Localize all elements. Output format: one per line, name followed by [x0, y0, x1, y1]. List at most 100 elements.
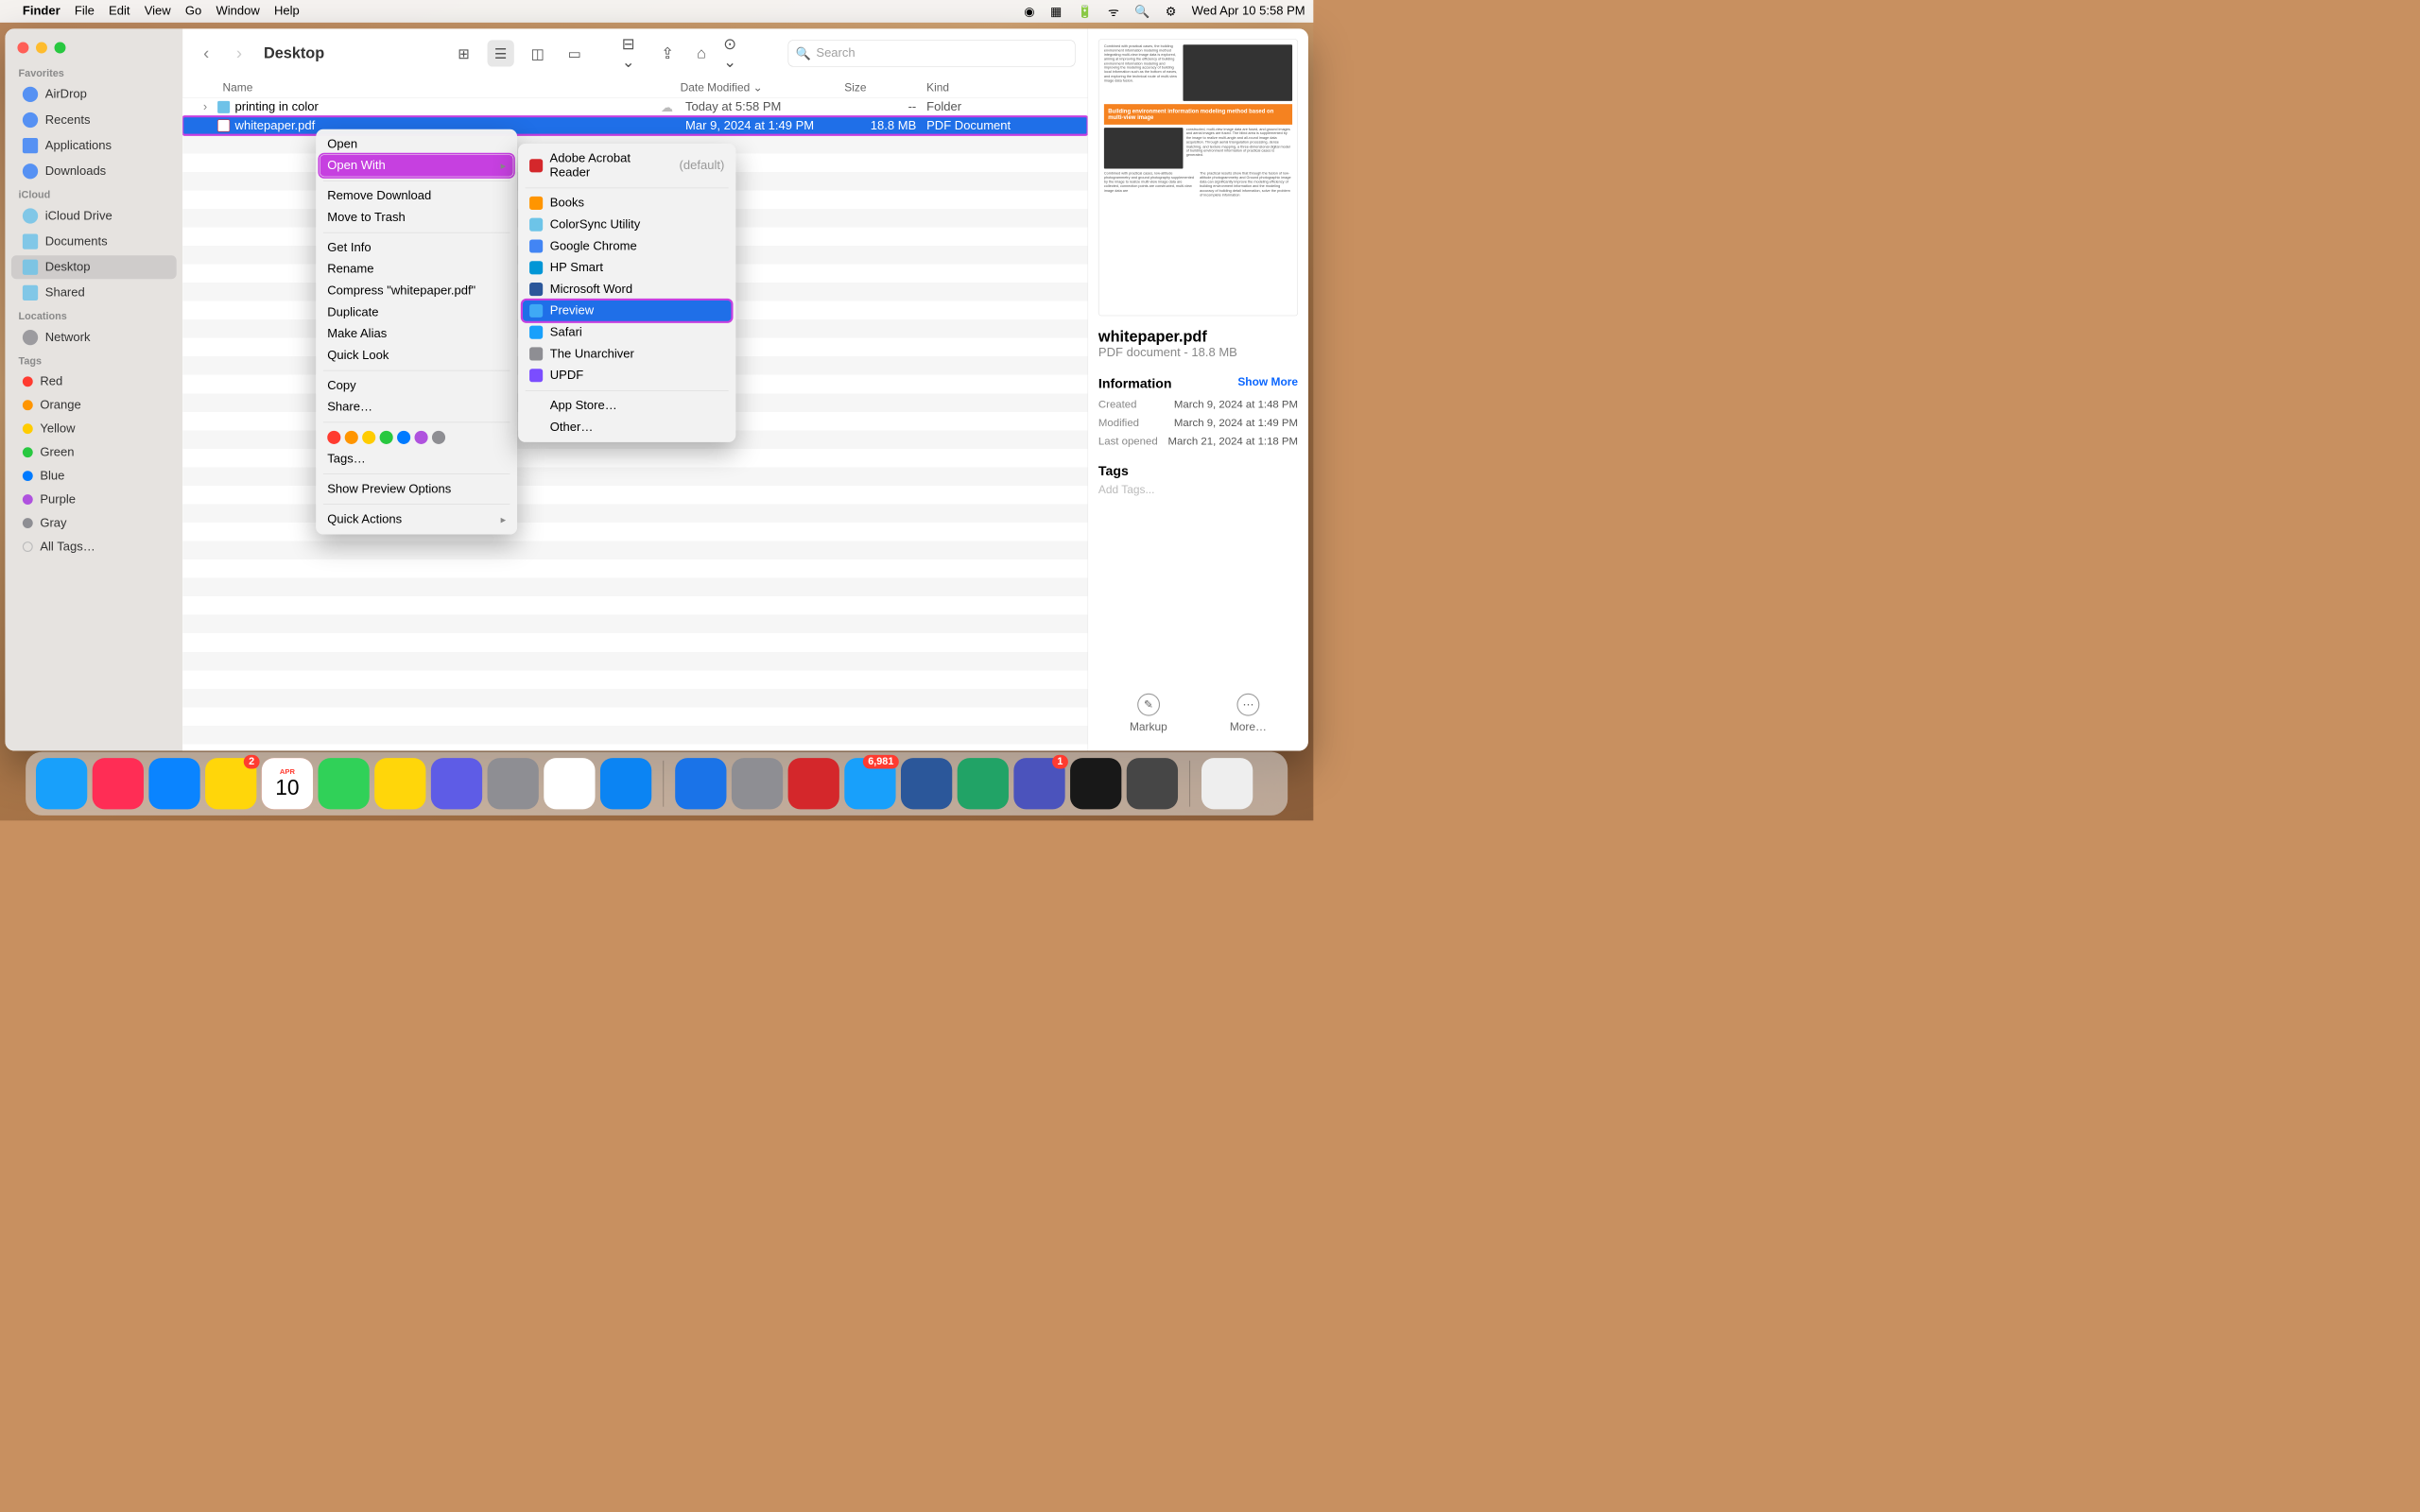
- ctx-item-get-info[interactable]: Get Info: [320, 237, 513, 259]
- ctx-item-quick-look[interactable]: Quick Look: [320, 345, 513, 367]
- dock-app[interactable]: [1070, 758, 1121, 809]
- dock-app[interactable]: 1: [1013, 758, 1064, 809]
- view-columns-button[interactable]: ◫: [525, 40, 551, 66]
- dock-app[interactable]: [318, 758, 369, 809]
- menu-file[interactable]: File: [75, 4, 95, 18]
- dock-app[interactable]: [93, 758, 144, 809]
- view-list-button[interactable]: ☰: [488, 40, 514, 66]
- sidebar-tag-blue[interactable]: Blue: [11, 465, 177, 488]
- dock-app[interactable]: [732, 758, 783, 809]
- openwith-preview[interactable]: Preview: [522, 300, 731, 321]
- show-more-link[interactable]: Show More: [1237, 375, 1298, 391]
- col-name[interactable]: Name: [198, 81, 680, 94]
- wifi-icon[interactable]: ᯤ: [1108, 3, 1119, 20]
- openwith-colorsync-utility[interactable]: ColorSync Utility: [522, 214, 731, 235]
- sidebar-item-network[interactable]: Network: [11, 326, 177, 350]
- menu-window[interactable]: Window: [216, 4, 259, 18]
- openwith-google-chrome[interactable]: Google Chrome: [522, 235, 731, 257]
- ctx-item-open[interactable]: Open: [320, 133, 513, 155]
- ctx-item-tags-[interactable]: Tags…: [320, 448, 513, 470]
- dock-app[interactable]: [1127, 758, 1178, 809]
- openwith-adobe-acrobat-reader[interactable]: Adobe Acrobat Reader (default): [522, 147, 731, 183]
- dock-app[interactable]: [488, 758, 539, 809]
- fullscreen-button[interactable]: [55, 43, 66, 54]
- control-center-icon[interactable]: ⚙: [1166, 4, 1177, 19]
- table-row[interactable]: › printing in color ☁ Today at 5:58 PM -…: [182, 98, 1087, 117]
- app-menu[interactable]: Finder: [23, 4, 60, 18]
- col-kind[interactable]: Kind: [926, 81, 1072, 94]
- dock-app[interactable]: [675, 758, 726, 809]
- openwith-hp-smart[interactable]: HP Smart: [522, 257, 731, 279]
- dock-app[interactable]: 2: [205, 758, 256, 809]
- battery-icon[interactable]: 🔋: [1078, 4, 1093, 19]
- dock-app[interactable]: [36, 758, 87, 809]
- sidebar-tag-green[interactable]: Green: [11, 441, 177, 464]
- ctx-item-move-to-trash[interactable]: Move to Trash: [320, 207, 513, 229]
- tags-button[interactable]: ⌂: [689, 42, 713, 65]
- ctx-item-quick-actions[interactable]: Quick Actions▸: [320, 508, 513, 530]
- dock-menu-icon[interactable]: ▦: [1050, 4, 1062, 19]
- dock-app[interactable]: 6,981: [844, 758, 895, 809]
- openwith-the-unarchiver[interactable]: The Unarchiver: [522, 343, 731, 365]
- forward-button[interactable]: ›: [228, 43, 251, 65]
- sidebar-tag-orange[interactable]: Orange: [11, 394, 177, 417]
- sidebar-item-recents[interactable]: Recents: [11, 109, 177, 132]
- view-gallery-button[interactable]: ▭: [562, 40, 588, 66]
- spotlight-icon[interactable]: 🔍: [1134, 4, 1150, 19]
- ctx-item-duplicate[interactable]: Duplicate: [320, 301, 513, 323]
- disclosure-icon[interactable]: ›: [203, 100, 213, 114]
- openwith-app-store-[interactable]: App Store…: [522, 395, 731, 417]
- ctx-item-make-alias[interactable]: Make Alias: [320, 323, 513, 345]
- grammarly-icon[interactable]: ◉: [1024, 4, 1034, 19]
- ctx-item-share-[interactable]: Share…: [320, 397, 513, 419]
- ctx-item-show-preview-options[interactable]: Show Preview Options: [320, 478, 513, 500]
- ctx-tag-colors[interactable]: [320, 427, 513, 449]
- menu-go[interactable]: Go: [185, 4, 201, 18]
- dock-app[interactable]: [148, 758, 199, 809]
- ctx-item-open-with[interactable]: Open With▸: [320, 155, 513, 177]
- col-size[interactable]: Size: [844, 81, 926, 94]
- markup-action[interactable]: ✎Markup: [1130, 694, 1167, 733]
- dock-app[interactable]: [374, 758, 425, 809]
- sidebar-tag-red[interactable]: Red: [11, 370, 177, 393]
- minimize-button[interactable]: [36, 43, 47, 54]
- dock-app[interactable]: [544, 758, 595, 809]
- dock-app[interactable]: [788, 758, 839, 809]
- sidebar-item-icloud-drive[interactable]: iCloud Drive: [11, 204, 177, 228]
- menu-help[interactable]: Help: [274, 4, 300, 18]
- sidebar-item-downloads[interactable]: Downloads: [11, 160, 177, 183]
- sidebar-tag-yellow[interactable]: Yellow: [11, 418, 177, 440]
- sidebar-tag-gray[interactable]: Gray: [11, 512, 177, 535]
- add-tags-field[interactable]: Add Tags...: [1098, 483, 1298, 496]
- col-date[interactable]: Date Modified ⌄: [681, 81, 845, 94]
- dock-app[interactable]: [1201, 758, 1253, 809]
- dock-app[interactable]: [431, 758, 482, 809]
- sidebar-tag-purple[interactable]: Purple: [11, 489, 177, 511]
- sidebar-item-applications[interactable]: Applications: [11, 134, 177, 158]
- openwith-safari[interactable]: Safari: [522, 321, 731, 343]
- actions-button[interactable]: ⊙ ⌄: [723, 42, 747, 65]
- more-action[interactable]: ⋯More…: [1230, 694, 1267, 733]
- sidebar-item-desktop[interactable]: Desktop: [11, 255, 177, 279]
- menu-edit[interactable]: Edit: [109, 4, 130, 18]
- dock-app[interactable]: [600, 758, 651, 809]
- share-button[interactable]: ⇪: [656, 42, 680, 65]
- group-button[interactable]: ⊟ ⌄: [622, 42, 646, 65]
- dock-app[interactable]: APR10: [262, 758, 313, 809]
- ctx-item-remove-download[interactable]: Remove Download: [320, 185, 513, 207]
- openwith-microsoft-word[interactable]: Microsoft Word: [522, 279, 731, 301]
- clock[interactable]: Wed Apr 10 5:58 PM: [1192, 4, 1305, 18]
- dock-app[interactable]: [901, 758, 952, 809]
- sidebar-item-shared[interactable]: Shared: [11, 281, 177, 304]
- sidebar-item-documents[interactable]: Documents: [11, 230, 177, 253]
- dock-app[interactable]: [958, 758, 1009, 809]
- sidebar-tag-alltags[interactable]: All Tags…: [11, 536, 177, 558]
- ctx-item-copy[interactable]: Copy: [320, 375, 513, 397]
- back-button[interactable]: ‹: [195, 43, 217, 65]
- ctx-item-rename[interactable]: Rename: [320, 259, 513, 281]
- menu-view[interactable]: View: [145, 4, 171, 18]
- openwith-other-[interactable]: Other…: [522, 417, 731, 438]
- openwith-books[interactable]: Books: [522, 193, 731, 215]
- close-button[interactable]: [17, 43, 28, 54]
- ctx-item-compress--whitepaper-pdf-[interactable]: Compress "whitepaper.pdf": [320, 280, 513, 301]
